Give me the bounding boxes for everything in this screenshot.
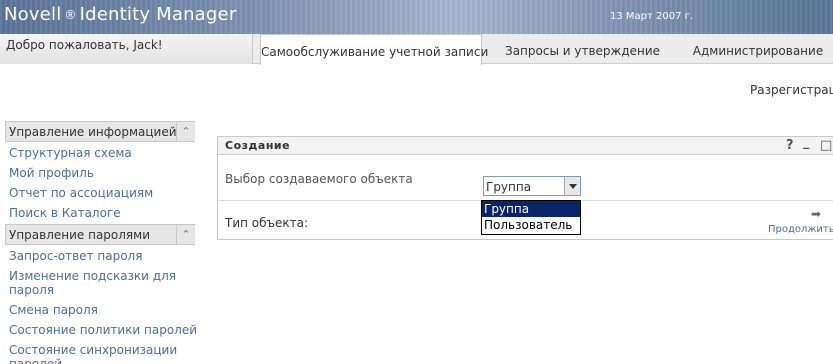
chevron-down-icon[interactable] [564, 177, 580, 195]
sidebar-section-info-management[interactable]: Управление информацией ⌃ [5, 121, 195, 142]
sidebar-item-org-chart[interactable]: Структурная схема [5, 142, 195, 160]
minimize-icon[interactable]: _ [803, 135, 810, 150]
portlet-title: Создание [225, 139, 291, 152]
sidebar-item-sync-status[interactable]: Состояние синхронизации паролей [5, 337, 185, 364]
object-type-dropdown: Группа Пользователь [481, 200, 581, 235]
top-banner: Novell ® Identity Manager 13 Март 2007 г. [0, 0, 833, 34]
double-chevron-up-icon[interactable]: ⌃ [176, 122, 195, 141]
object-type-select[interactable]: Группа [483, 176, 581, 196]
sidebar-item-association-report[interactable]: Отчет по ассоциациям [5, 180, 195, 200]
logout-link[interactable]: Разрегистрация [750, 83, 833, 97]
sidebar: Управление информацией ⌃ Структурная схе… [5, 121, 197, 364]
tab-administration[interactable]: Администрирование [688, 34, 828, 64]
section-title: Управление паролями [9, 228, 150, 242]
help-icon[interactable]: ? [786, 138, 794, 153]
welcome-message: Добро пожаловать, Jack! [0, 34, 253, 64]
sidebar-item-policy-status[interactable]: Состояние политики паролей [5, 317, 197, 337]
double-chevron-up-icon[interactable]: ⌃ [176, 225, 195, 244]
object-type-label: Тип объекта: [225, 216, 309, 230]
tab-requests-approvals[interactable]: Запросы и утверждение [505, 34, 660, 64]
portlet-titlebar: Создание ? _ □ [218, 135, 833, 155]
arrow-right-icon[interactable]: ➡ [811, 207, 821, 221]
sidebar-item-challenge-response[interactable]: Запрос-ответ пароля [5, 245, 195, 263]
portlet-subtitle: Выбор создаваемого объекта [225, 172, 413, 186]
nav-bar: Добро пожаловать, Jack! Самообслуживание… [0, 34, 833, 65]
option-user[interactable]: Пользователь [482, 217, 580, 233]
product-logo: Novell ® Identity Manager [4, 4, 237, 25]
current-date: 13 Март 2007 г. [610, 11, 694, 22]
sidebar-section-password-management[interactable]: Управление паролями ⌃ [5, 224, 195, 245]
maximize-icon[interactable]: □ [820, 138, 832, 153]
continue-link[interactable]: Продолжить [768, 224, 833, 235]
tab-account-self-service[interactable]: Самообслуживание учетной записи [260, 34, 488, 65]
select-value: Группа [486, 180, 532, 194]
sidebar-item-password-hint[interactable]: Изменение подсказки для пароля [5, 263, 185, 297]
sidebar-item-change-password[interactable]: Смена пароля [5, 297, 195, 317]
sidebar-item-directory-search[interactable]: Поиск в Каталоге [5, 200, 195, 224]
sidebar-item-my-profile[interactable]: Мой профиль [5, 160, 195, 180]
section-title: Управление информацией [9, 125, 177, 139]
option-group[interactable]: Группа [482, 201, 580, 217]
